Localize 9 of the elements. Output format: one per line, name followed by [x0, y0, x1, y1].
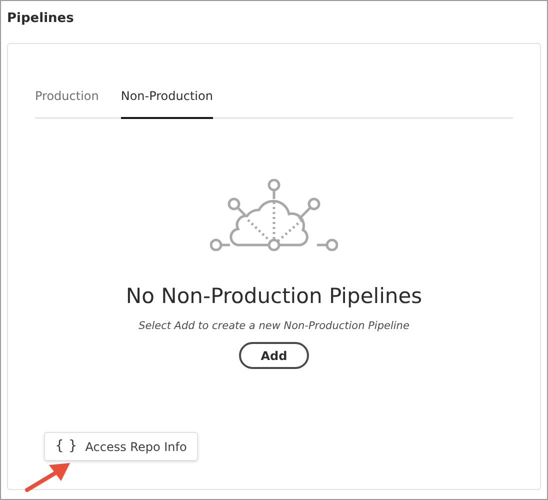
panel-title: Pipelines — [7, 11, 74, 26]
cloud-network-icon — [210, 179, 338, 251]
braces-icon: { } — [55, 436, 78, 457]
empty-state-heading: No Non-Production Pipelines — [126, 283, 422, 310]
access-repo-button[interactable]: { } Access Repo Info — [44, 432, 198, 461]
add-button[interactable]: Add — [238, 342, 310, 370]
tab[interactable]: Production — [35, 87, 99, 119]
tab[interactable]: Non-Production — [120, 87, 213, 119]
empty-state-message: Select Add to create a new Non-Production Pipeline — [138, 318, 410, 334]
